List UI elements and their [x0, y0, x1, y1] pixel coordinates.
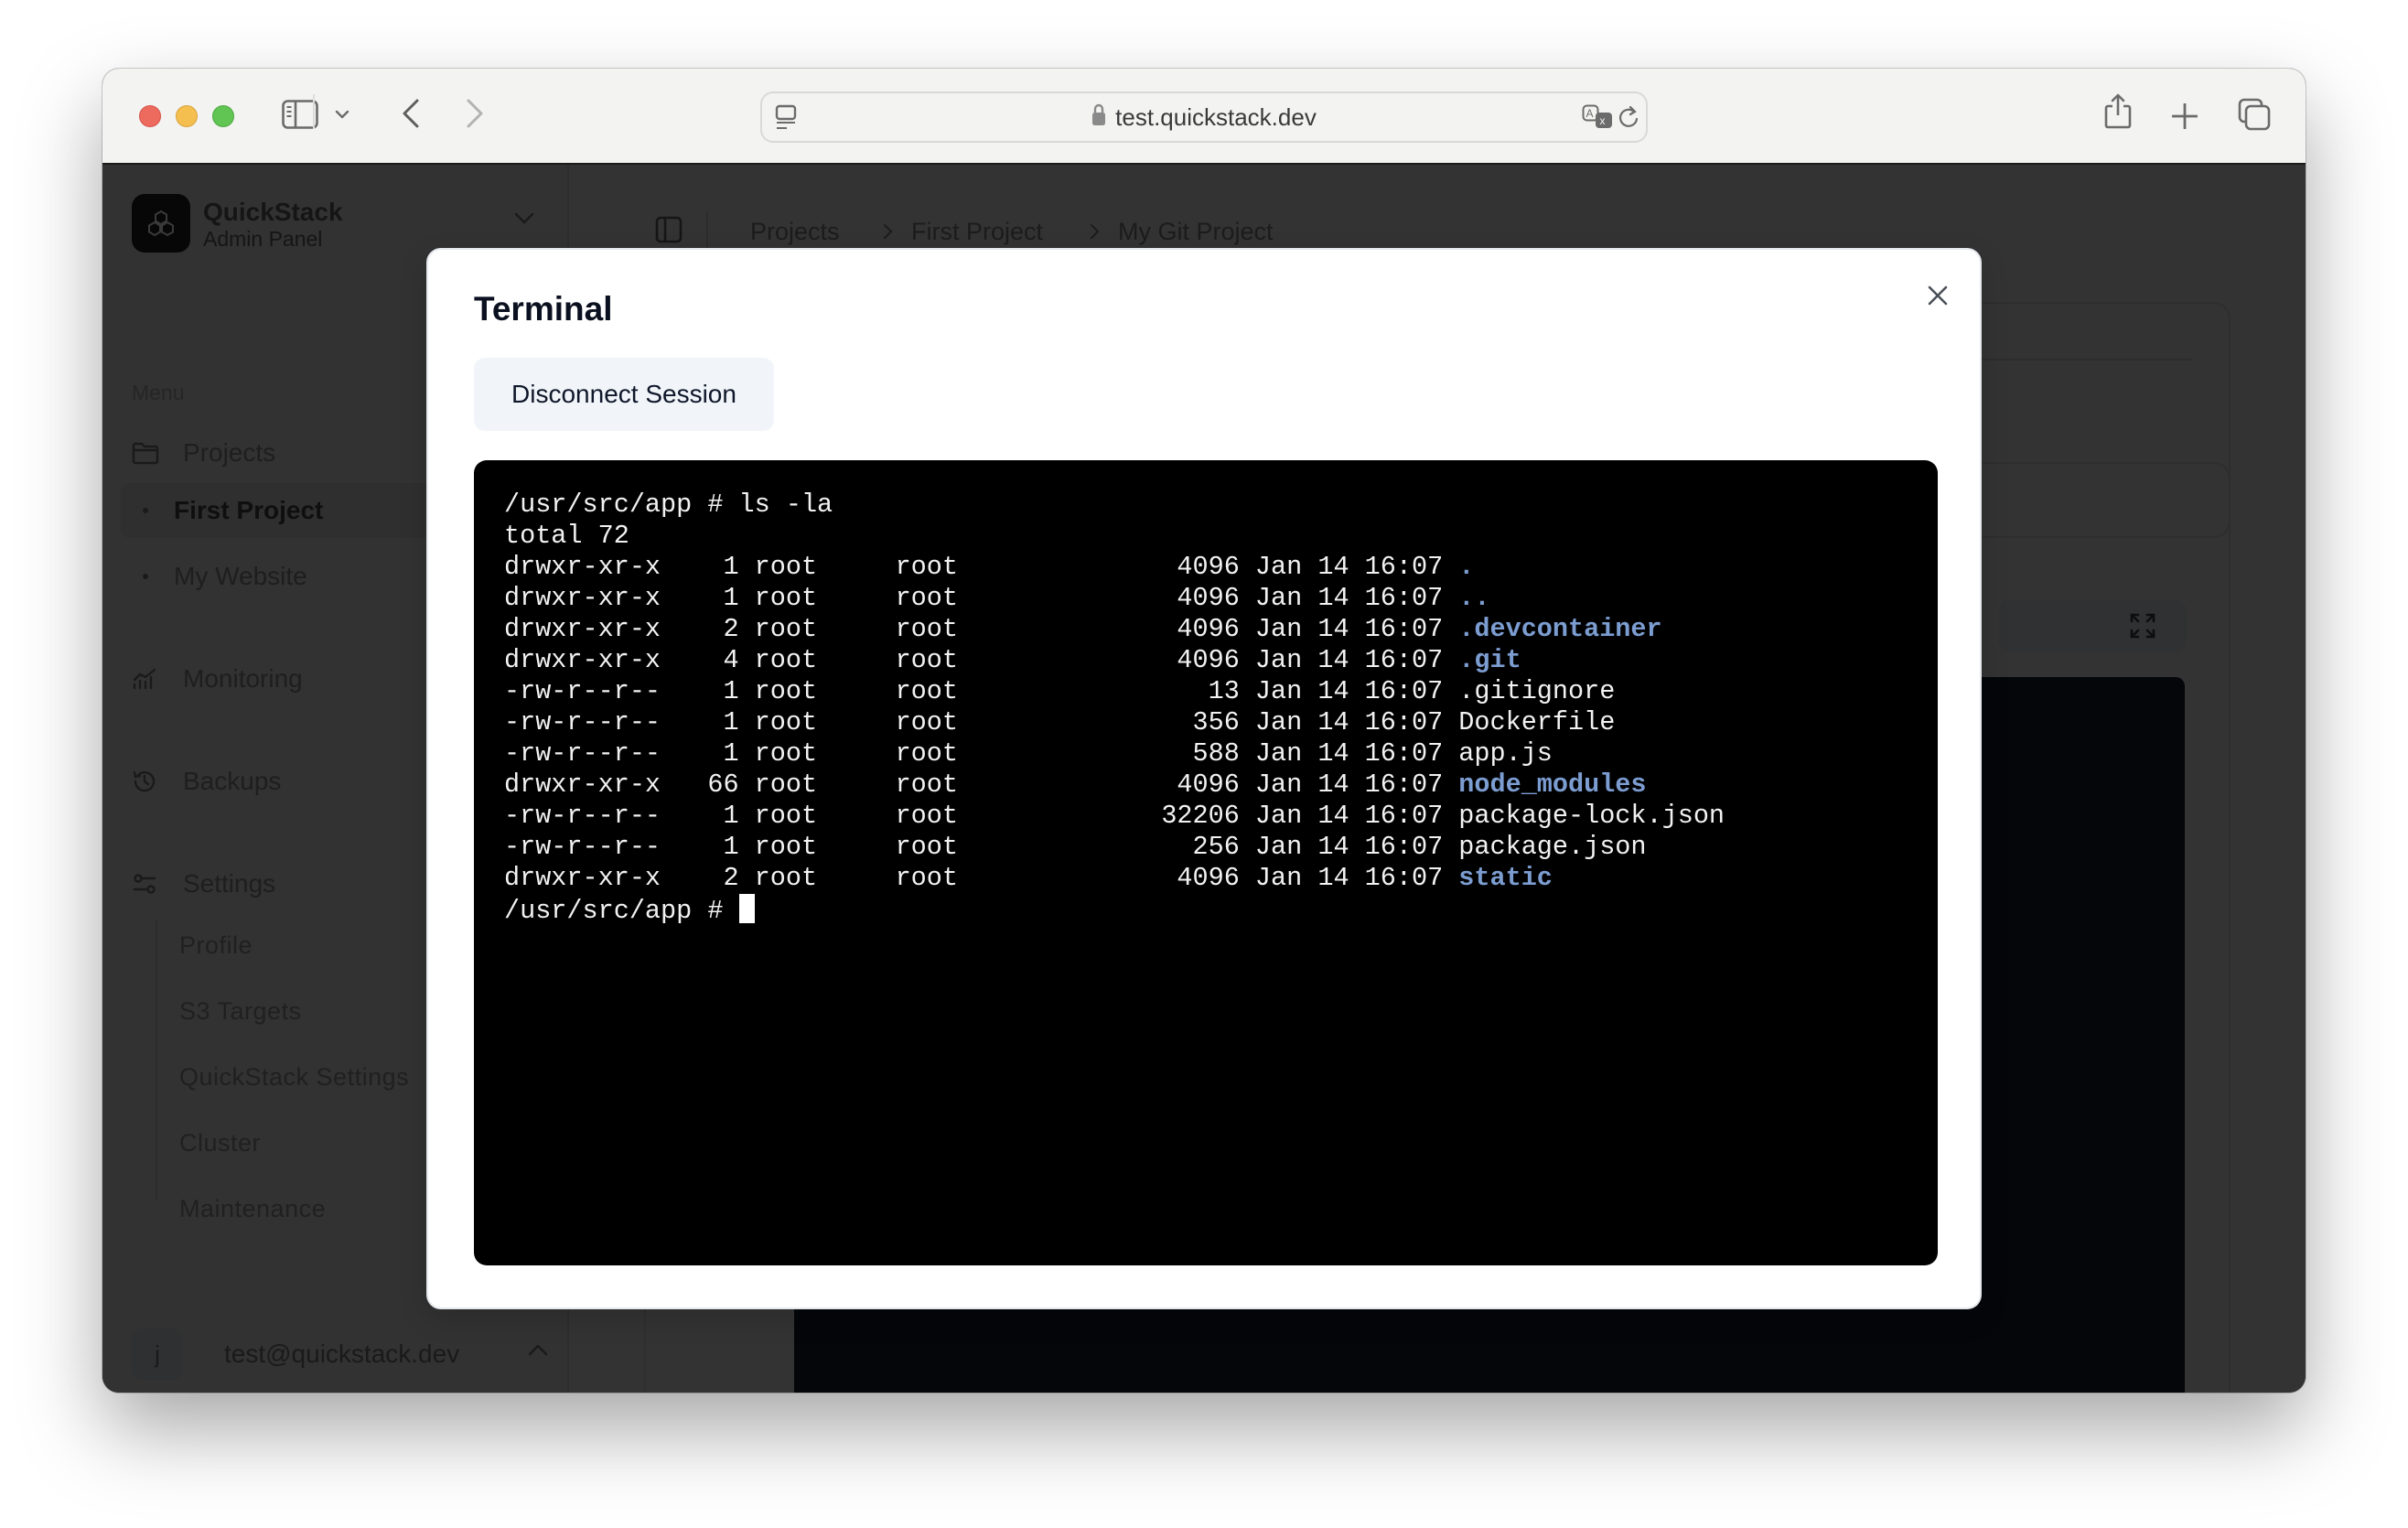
chevron-down-icon[interactable] — [335, 109, 349, 120]
chevron-right-icon[interactable] — [465, 98, 485, 129]
sidebar-subitem-s3-targets[interactable]: S3 Targets — [179, 997, 302, 1026]
chart-icon — [132, 668, 168, 690]
terminal-entry-line: drwxr-xr-x 2 root root 4096 Jan 14 16:07… — [504, 863, 1553, 893]
svg-text:A: A — [1586, 107, 1594, 120]
sliders-icon — [132, 873, 168, 895]
menu-label: Menu — [132, 381, 185, 404]
zoom-window-button[interactable] — [212, 105, 234, 127]
sidebar-subitem-profile[interactable]: Profile — [179, 931, 253, 960]
terminal-entry-line: -rw-r--r-- 1 root root 13 Jan 14 16:07 .… — [504, 676, 1616, 706]
svg-text:x: x — [1600, 114, 1606, 127]
user-email: test@quickstack.dev — [224, 1340, 460, 1368]
browser-window: test.quickstack.dev Ax QuickStack Admin … — [102, 69, 2306, 1393]
file-name: .gitignore — [1458, 676, 1616, 706]
sidebar-subitem-quickstack-settings[interactable]: QuickStack Settings — [179, 1063, 409, 1092]
close-icon[interactable] — [1923, 281, 1952, 310]
terminal-total-line: total 72 — [504, 521, 629, 551]
browser-toolbar: test.quickstack.dev Ax — [102, 69, 2306, 165]
breadcrumb-projects[interactable]: Projects — [750, 218, 840, 246]
cubes-icon — [148, 210, 174, 237]
terminal-entry-line: -rw-r--r-- 1 root root 256 Jan 14 16:07 … — [504, 832, 1647, 862]
sidebar-item-label: Projects — [183, 438, 276, 467]
tab-overview-icon[interactable] — [2238, 98, 2271, 131]
terminal-output[interactable]: /usr/src/app # ls -la total 72 drwxr-xr-x … — [474, 460, 1938, 1265]
address-bar[interactable]: test.quickstack.dev Ax — [760, 91, 1648, 143]
terminal-entry-line: drwxr-xr-x 1 root root 4096 Jan 14 16:07… — [504, 583, 1490, 613]
file-name: Dockerfile — [1458, 707, 1616, 737]
translate-icon[interactable]: Ax — [1582, 104, 1615, 132]
close-window-button[interactable] — [139, 105, 161, 127]
directory-name: .git — [1458, 645, 1521, 675]
terminal-entry-line: -rw-r--r-- 1 root root 356 Jan 14 16:07 … — [504, 707, 1616, 737]
url-text: test.quickstack.dev — [1115, 102, 1317, 131]
settings-tree-line — [156, 920, 157, 1200]
terminal-entry-line: drwxr-xr-x 2 root root 4096 Jan 14 16:07… — [504, 614, 1662, 644]
terminal-entry-line: drwxr-xr-x 4 root root 4096 Jan 14 16:07… — [504, 645, 1521, 675]
file-name: package-lock.json — [1458, 801, 1725, 831]
bullet-icon — [143, 508, 148, 513]
chevron-up-icon[interactable] — [528, 1343, 548, 1361]
bullet-icon — [143, 574, 148, 579]
history-icon — [132, 769, 168, 794]
terminal-entry-line: drwxr-xr-x 1 root root 4096 Jan 14 16:07… — [504, 552, 1475, 582]
logo — [132, 194, 190, 253]
terminal-command-line: /usr/src/app # ls -la — [504, 490, 833, 520]
terminal-dialog: Terminal Disconnect Session /usr/src/app… — [426, 248, 1982, 1309]
chevron-right-icon — [882, 223, 893, 244]
folder-icon — [132, 441, 168, 465]
plus-icon[interactable] — [2172, 103, 2198, 129]
sidebar-item-label: Backups — [183, 767, 282, 795]
directory-name: .devcontainer — [1458, 614, 1662, 644]
breadcrumb-my-git-project: My Git Project — [1118, 218, 1274, 245]
terminal-cursor — [738, 894, 755, 923]
file-name: app.js — [1458, 738, 1553, 769]
brand-subtitle: Admin Panel — [203, 227, 323, 251]
share-icon[interactable] — [2104, 92, 2132, 129]
sidebar-item-label: First Project — [174, 496, 324, 524]
breadcrumb-first-project[interactable]: First Project — [911, 218, 1043, 246]
sidebar-item-label: My Website — [174, 562, 307, 590]
breadcrumb-divider — [706, 212, 708, 249]
lock-icon — [1091, 102, 1106, 133]
dialog-title: Terminal — [474, 290, 613, 328]
terminal-prompt-line: /usr/src/app # — [504, 894, 1938, 926]
file-name: package.json — [1458, 832, 1647, 862]
brand-name: QuickStack — [203, 198, 343, 226]
directory-name: node_modules — [1458, 769, 1647, 800]
terminal-entry-line: -rw-r--r-- 1 root root 32206 Jan 14 16:0… — [504, 801, 1725, 831]
sidebar-toggle-icon[interactable] — [655, 216, 683, 248]
minimize-window-button[interactable] — [176, 105, 198, 127]
sidebar-subitem-cluster[interactable]: Cluster — [179, 1129, 261, 1157]
url-display[interactable]: test.quickstack.dev — [762, 93, 1646, 141]
terminal-entry-line: drwxr-xr-x 66 root root 4096 Jan 14 16:0… — [504, 769, 1647, 800]
sidebar-subitem-maintenance[interactable]: Maintenance — [179, 1195, 326, 1223]
chevron-left-icon[interactable] — [401, 98, 421, 129]
terminal-entry-line: -rw-r--r-- 1 root root 588 Jan 14 16:07 … — [504, 738, 1553, 769]
directory-name: .. — [1458, 583, 1490, 613]
chevron-right-icon — [1089, 223, 1100, 244]
reload-icon[interactable] — [1618, 104, 1640, 132]
chevron-down-icon[interactable] — [514, 212, 534, 230]
avatar: j — [132, 1329, 183, 1380]
disconnect-session-button[interactable]: Disconnect Session — [474, 358, 774, 431]
sidebar-item-label: Settings — [183, 869, 276, 898]
toolbar-separator — [313, 94, 315, 129]
sidebar-item-label: Monitoring — [183, 664, 303, 693]
expand-icon — [2130, 613, 2155, 639]
directory-name: . — [1458, 552, 1475, 582]
fullscreen-button[interactable] — [2099, 599, 2187, 652]
directory-name: static — [1458, 863, 1553, 893]
